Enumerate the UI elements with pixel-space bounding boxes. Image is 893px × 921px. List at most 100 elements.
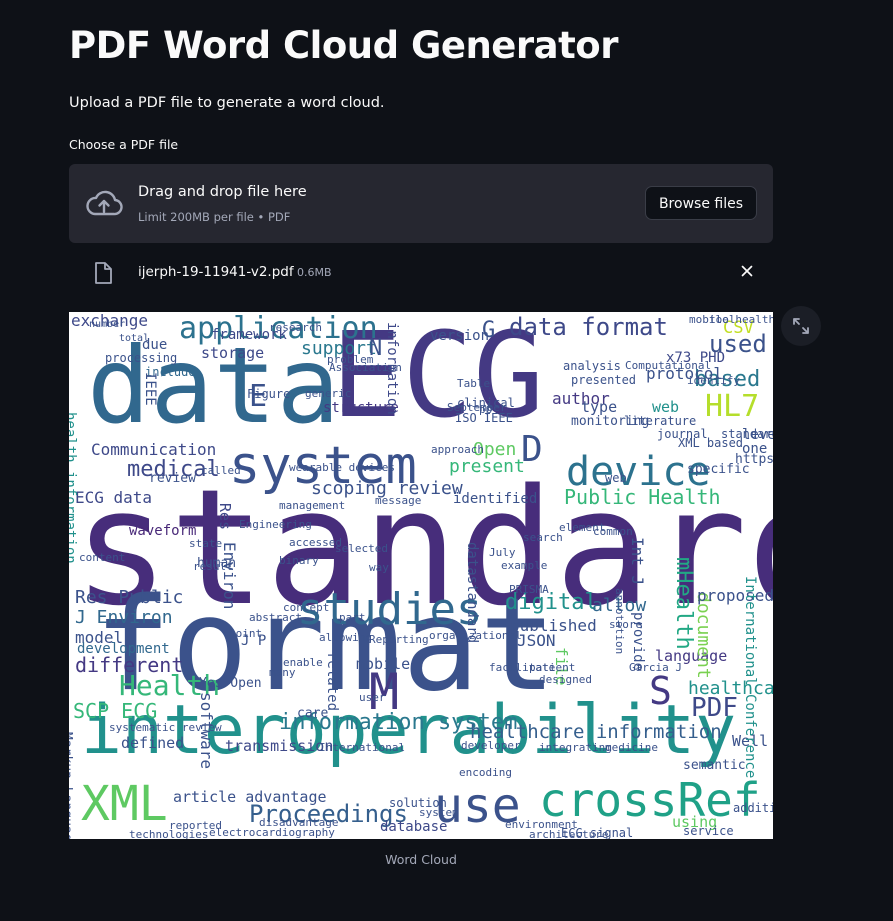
word-cloud-word: approach [431, 443, 484, 456]
word-cloud-word: S [649, 669, 672, 713]
word-cloud-word: JSON [517, 631, 556, 650]
word-cloud-word: annotation [613, 588, 626, 655]
word-cloud-word: encoding [459, 766, 512, 779]
word-cloud-word: datastandard [464, 542, 480, 644]
word-cloud-word: wearable devices [289, 461, 395, 474]
word-cloud-image: standard format data ECG interoperability sys… [69, 312, 773, 839]
uploaded-file-size: 0.6MB [297, 266, 332, 279]
word-cloud-word: message [375, 494, 422, 507]
word-cloud-word: type [581, 398, 618, 416]
word-cloud-word: different [75, 653, 184, 677]
word-cloud-word: accessed [289, 536, 342, 549]
word-cloud-word: J Environ [75, 607, 173, 628]
word-cloud-word: data format [509, 313, 668, 341]
word-cloud-word: disadvantage [259, 816, 339, 829]
word-cloud-word: pp [479, 403, 493, 416]
word-cloud-word: Computational [625, 359, 712, 372]
word-cloud-word: related [324, 652, 340, 712]
close-icon [741, 265, 753, 277]
word-cloud-word: Res Public [75, 587, 184, 608]
fullscreen-button[interactable] [781, 306, 821, 346]
word-cloud-word: Res [216, 503, 234, 531]
word-cloud-word: Table [457, 377, 491, 390]
word-cloud-word: tool [709, 313, 736, 326]
fullscreen-expand-icon [793, 318, 809, 334]
word-cloud-word: mHealth [671, 557, 696, 650]
word-cloud-word: medicine [605, 741, 658, 754]
word-cloud-word: Garcia J [629, 661, 682, 674]
word-cloud-word: crossRef [539, 773, 761, 827]
word-cloud-word: Environ [220, 542, 239, 610]
word-cloud-caption: Word Cloud [385, 852, 457, 867]
browse-files-button[interactable]: Browse files [644, 186, 757, 220]
word-cloud-word: way [369, 561, 389, 574]
word-cloud-word: problem [327, 353, 374, 366]
word-cloud-word: generic [305, 387, 352, 400]
word-cloud-word: integrating [539, 741, 612, 754]
word-cloud-word: PRISMA [509, 583, 549, 596]
word-cloud-word: health information [69, 412, 78, 564]
word-cloud-word: service [683, 824, 734, 838]
word-cloud-word: defined [121, 734, 185, 752]
word-cloud-word: total [119, 333, 150, 344]
word-cloud-word: user [359, 691, 386, 704]
word-cloud-word: analysis [563, 359, 621, 373]
word-cloud-word: systematic review [109, 721, 222, 734]
word-cloud-word: https [735, 452, 773, 467]
word-cloud-word: article advantage [173, 788, 327, 806]
word-cloud-word: Figure [247, 387, 291, 401]
word-cloud-word: number [89, 319, 126, 330]
word-cloud-word: literature [624, 414, 697, 428]
cloud-upload-icon [85, 188, 123, 218]
word-cloud-word: result [193, 560, 233, 573]
word-cloud-word: point [229, 627, 263, 640]
word-cloud-word: web [652, 398, 680, 416]
word-cloud-word: document [693, 592, 714, 679]
word-cloud-word: D [521, 429, 543, 470]
word-cloud-word: G [482, 318, 496, 343]
word-cloud-word: search [523, 531, 563, 544]
word-cloud-word: HL7 [705, 389, 760, 424]
word-cloud-word: care [297, 706, 329, 721]
word-cloud-word: Markup Language [69, 732, 74, 839]
word-cloud-word: research [269, 321, 322, 334]
word-cloud-word: identify [687, 374, 740, 387]
word-cloud-word: environment [505, 818, 578, 831]
word-cloud-word: International Conference [742, 576, 758, 779]
word-cloud-word: storage [201, 344, 265, 362]
word-cloud-word: part [339, 611, 366, 624]
word-cloud-word: processing [105, 351, 178, 365]
word-cloud-word: SCP ECG [73, 699, 158, 723]
word-cloud-word: designed [539, 673, 592, 686]
word-cloud-word: facilitate [489, 661, 556, 674]
word-cloud-word: semantic [683, 758, 746, 773]
file-icon [93, 261, 113, 285]
word-cloud-word: abstract [249, 611, 302, 624]
word-cloud-word: technologies [129, 828, 209, 839]
word-cloud-word: Reporting [369, 633, 429, 646]
word-cloud-word: addition [733, 801, 773, 815]
word-cloud-word: healthcare [688, 678, 773, 699]
word-cloud-word: review [149, 471, 196, 486]
word-cloud-word: XML based [678, 436, 744, 450]
uploaded-file-name: ijerph-19-11941-v2.pdf [138, 264, 294, 280]
word-cloud-word: Communication [91, 440, 217, 459]
word-cloud-word: present [449, 456, 525, 477]
word-cloud-word: management [279, 499, 346, 512]
word-cloud-word: September [447, 401, 507, 414]
word-cloud-word: International [319, 741, 406, 754]
word-cloud-word: Int J [628, 537, 647, 586]
word-cloud-word: transmission [225, 737, 334, 755]
remove-file-button[interactable] [739, 263, 755, 279]
dropzone-limit-text: Limit 200MB per file • PDF [138, 210, 291, 224]
word-cloud-word: Yes Open [199, 676, 262, 691]
word-cloud-word: IEEE [142, 372, 158, 406]
word-cloud-word: allowing [319, 631, 372, 644]
file-dropzone[interactable]: Drag and drop file here Limit 200MB per … [69, 164, 773, 243]
word-cloud-word: selected [335, 542, 388, 555]
word-cloud-word: proposed [697, 586, 773, 605]
word-cloud-word: element [559, 521, 606, 534]
file-uploader-label: Choose a PDF file [69, 137, 179, 152]
word-cloud-word: web [605, 471, 627, 485]
word-cloud-word: Public Health [564, 485, 721, 509]
